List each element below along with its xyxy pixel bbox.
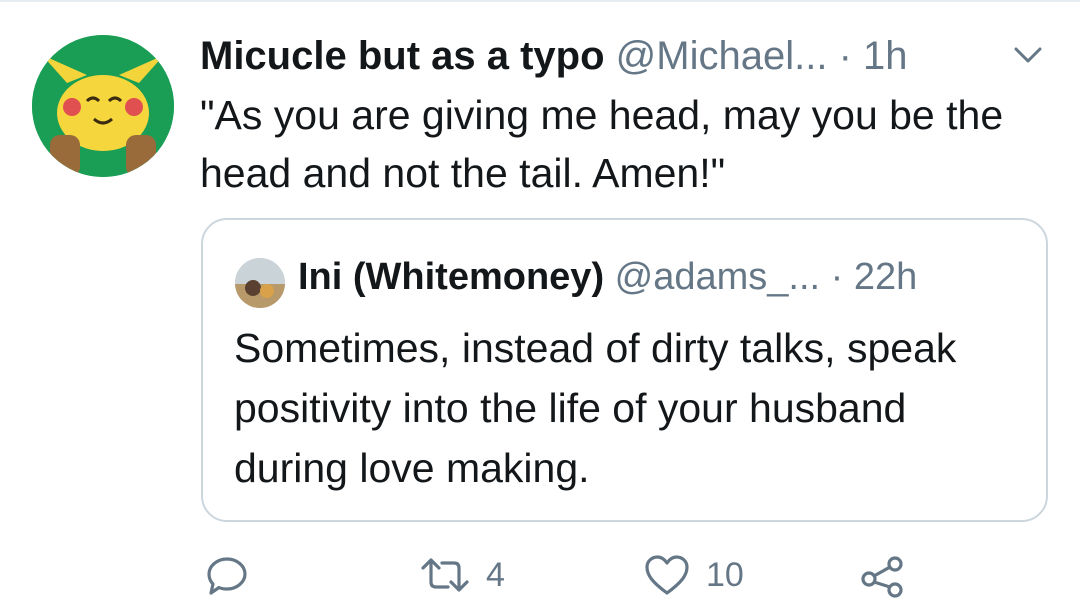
tweet-action-bar: 4 10 [0,540,1080,610]
tweet-header: Micucle but as a typo @Michael... · 1h [200,30,908,82]
tweet-timestamp[interactable]: 1h [863,34,908,78]
author-display-name[interactable]: Micucle but as a typo [200,34,605,78]
quoted-tweet-header: Ini (Whitemoney) @adams_... · 22h [298,252,917,302]
share-button[interactable] [858,540,908,610]
retweet-button[interactable]: 4 [418,540,505,610]
retweet-icon [418,551,472,599]
quoted-author-handle: @adams_... [614,256,821,298]
header-separator: · [838,34,852,78]
quoted-tweet-text: Sometimes, instead of dirty talks, speak… [234,325,957,491]
quoted-tweet-card[interactable]: Ini (Whitemoney) @adams_... · 22h Someti… [201,218,1048,522]
tweet-text: "As you are giving me head, may you be t… [200,92,1004,196]
author-handle[interactable]: @Michael... [616,34,828,78]
reply-icon [203,551,251,599]
quoted-author-avatar [235,258,285,308]
retweet-count: 4 [486,555,505,594]
reply-button[interactable] [203,540,251,610]
like-button[interactable]: 10 [642,540,744,610]
author-avatar[interactable] [32,35,174,177]
quoted-avatar-image [235,258,285,308]
quoted-author-display-name: Ini (Whitemoney) [298,256,605,298]
share-icon [858,551,908,599]
quoted-header-separator: · [830,256,844,298]
chevron-down-icon[interactable] [1010,42,1046,68]
like-count: 10 [706,555,744,594]
avatar-image [32,35,174,177]
top-divider [0,0,1080,2]
heart-icon [642,551,692,599]
quoted-tweet-timestamp: 22h [853,256,918,298]
